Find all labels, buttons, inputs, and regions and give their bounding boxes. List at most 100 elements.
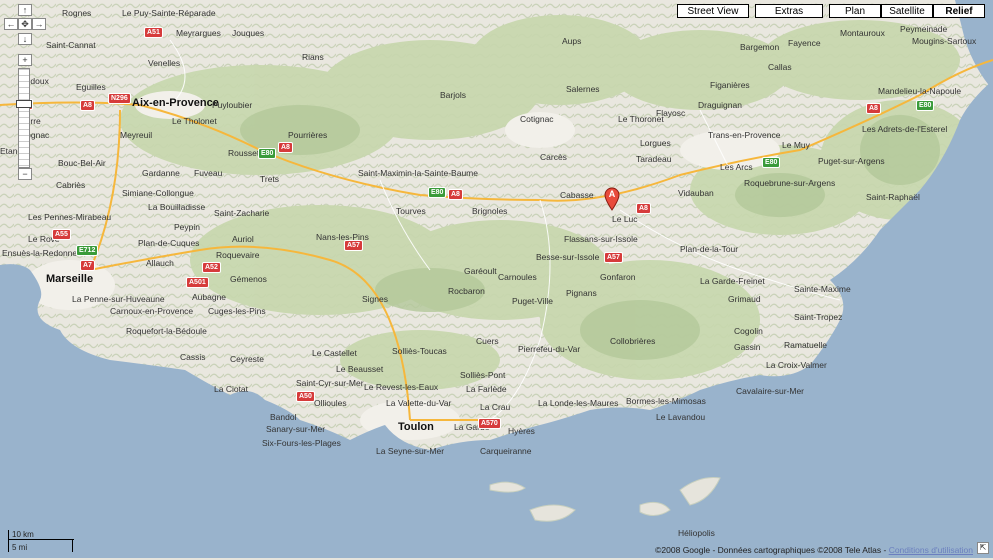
place-label: Salernes bbox=[566, 84, 600, 94]
pan-left-icon[interactable]: ← bbox=[4, 18, 18, 30]
place-label: Carcès bbox=[540, 152, 567, 162]
place-label: Le Castellet bbox=[312, 348, 357, 358]
place-label: Meyreuil bbox=[120, 130, 153, 140]
plan-button[interactable]: Plan bbox=[829, 4, 881, 18]
road-shield: A8 bbox=[866, 103, 881, 114]
place-label: La Garde-Freinet bbox=[700, 276, 765, 286]
place-label: Garéoult bbox=[464, 266, 497, 276]
road-shield: A501 bbox=[186, 277, 209, 288]
road-shield: A51 bbox=[144, 27, 163, 38]
place-label: Roquefort-la-Bédoule bbox=[126, 326, 207, 336]
satellite-button[interactable]: Satellite bbox=[881, 4, 933, 18]
place-label-aix: Aix-en-Provence bbox=[132, 97, 219, 109]
place-label: Six-Fours-les-Plages bbox=[262, 438, 341, 448]
pan-center-icon[interactable]: ✥ bbox=[18, 18, 32, 30]
place-label: Les Pennes-Mirabeau bbox=[28, 212, 112, 222]
road-shield: E712 bbox=[76, 245, 99, 256]
place-label-marseille: Marseille bbox=[46, 273, 94, 285]
place-label: Rousset bbox=[228, 148, 260, 158]
place-label: La Londe-les-Maures bbox=[538, 398, 619, 408]
place-label: Sainte-Maxime bbox=[794, 284, 851, 294]
terms-of-use-link[interactable]: Conditions d'utilisation bbox=[889, 545, 973, 555]
place-label: Taradeau bbox=[636, 154, 672, 164]
pan-up-icon[interactable]: ↑ bbox=[18, 4, 32, 16]
place-label: Le Puy-Sainte-Réparade bbox=[122, 8, 216, 18]
road-shield: E80 bbox=[258, 148, 277, 159]
place-label: Bormes-les-Mimosas bbox=[626, 396, 706, 406]
place-label: Cabasse bbox=[560, 190, 594, 200]
place-label: Les Adrets-de-l'Esterel bbox=[862, 124, 948, 134]
place-label: Flayosc bbox=[656, 108, 686, 118]
pan-down-icon[interactable]: ↓ bbox=[18, 33, 32, 45]
scale-bar: 10 km 5 mi bbox=[4, 530, 74, 552]
place-label: Cassis bbox=[180, 352, 206, 362]
place-label: Carnoules bbox=[498, 272, 537, 282]
place-label: Saint-Raphaël bbox=[866, 192, 920, 202]
place-label: Cavalaire-sur-Mer bbox=[736, 386, 805, 396]
zoom-slider-thumb[interactable] bbox=[16, 100, 32, 108]
place-label: Rognes bbox=[62, 8, 92, 18]
place-label: Barjols bbox=[440, 90, 466, 100]
pan-right-icon[interactable]: → bbox=[32, 18, 46, 30]
place-label: Roquevaire bbox=[216, 250, 260, 260]
place-label: Puget-Ville bbox=[512, 296, 553, 306]
place-label: Puget-sur-Argens bbox=[818, 156, 885, 166]
place-label: Besse-sur-Issole bbox=[536, 252, 600, 262]
place-label: Peypin bbox=[174, 222, 200, 232]
road-shield: A8 bbox=[636, 203, 651, 214]
place-label: Bandol bbox=[270, 412, 297, 422]
street-view-button[interactable]: Street View bbox=[677, 4, 749, 18]
extras-button[interactable]: Extras bbox=[755, 4, 823, 18]
road-shield: A8 bbox=[448, 189, 463, 200]
road-shield: E80 bbox=[428, 187, 447, 198]
place-label: Eguilles bbox=[76, 82, 106, 92]
zoom-in-button[interactable]: + bbox=[18, 54, 32, 66]
scale-bar-metric-line bbox=[8, 539, 74, 540]
place-label: Brignoles bbox=[472, 206, 508, 216]
place-label: Le Beausset bbox=[336, 364, 384, 374]
zoom-slider-track[interactable] bbox=[18, 68, 30, 168]
place-label: Meyrargues bbox=[176, 28, 221, 38]
place-label: Ollioules bbox=[314, 398, 347, 408]
place-label: Saint-Tropez bbox=[794, 312, 843, 322]
place-label: Collobrières bbox=[610, 336, 656, 346]
place-label: Cogolin bbox=[734, 326, 763, 336]
relief-button[interactable]: Relief bbox=[933, 4, 985, 18]
place-label: La Seyne-sur-Mer bbox=[376, 446, 445, 456]
relief-map[interactable] bbox=[0, 0, 993, 558]
place-label: Rians bbox=[302, 52, 324, 62]
place-label: Venelles bbox=[148, 58, 181, 68]
place-label: La Croix-Valmer bbox=[766, 360, 827, 370]
place-label: Signes bbox=[362, 294, 388, 304]
place-label: Bargemon bbox=[740, 42, 780, 52]
place-label: Ramatuelle bbox=[784, 340, 827, 350]
place-label: Trans-en-Provence bbox=[708, 130, 781, 140]
place-label: Simiane-Collongue bbox=[122, 188, 194, 198]
place-label: Carqueiranne bbox=[480, 446, 532, 456]
place-label: Ensuès-la-Redonne bbox=[2, 248, 78, 258]
place-label: La Farlède bbox=[466, 384, 507, 394]
place-label: Carnoux-en-Provence bbox=[110, 306, 194, 316]
place-label: Fuveau bbox=[194, 168, 223, 178]
location-marker-icon[interactable]: A bbox=[604, 187, 620, 211]
road-shield: A570 bbox=[478, 418, 501, 429]
place-label-toulon: Toulon bbox=[398, 421, 434, 433]
place-label: Allauch bbox=[146, 258, 174, 268]
place-label: Flassans-sur-Issole bbox=[564, 234, 638, 244]
place-label: Cabriès bbox=[56, 180, 86, 190]
place-label: Gardanne bbox=[142, 168, 180, 178]
place-label: Grimaud bbox=[728, 294, 761, 304]
copyright-notice: ©2008 Google - Données cartographiques ©… bbox=[655, 545, 973, 555]
zoom-out-button[interactable]: − bbox=[18, 168, 32, 180]
scale-imperial-label: 5 mi bbox=[12, 543, 28, 552]
place-label: Solliès-Pont bbox=[460, 370, 506, 380]
road-shield: A55 bbox=[52, 229, 71, 240]
place-label: Lorgues bbox=[640, 138, 671, 148]
place-label: Cuges-les-Pins bbox=[208, 306, 266, 316]
overview-toggle-icon[interactable]: ⇱ bbox=[977, 542, 989, 554]
place-label: Puyloubier bbox=[212, 100, 253, 110]
place-label: Mandelieu-la-Napoule bbox=[878, 86, 962, 96]
road-shield: A57 bbox=[604, 252, 623, 263]
place-label: Plan-de-la-Tour bbox=[680, 244, 739, 254]
place-label: Saint-Maximin-la-Sainte-Baume bbox=[358, 168, 478, 178]
